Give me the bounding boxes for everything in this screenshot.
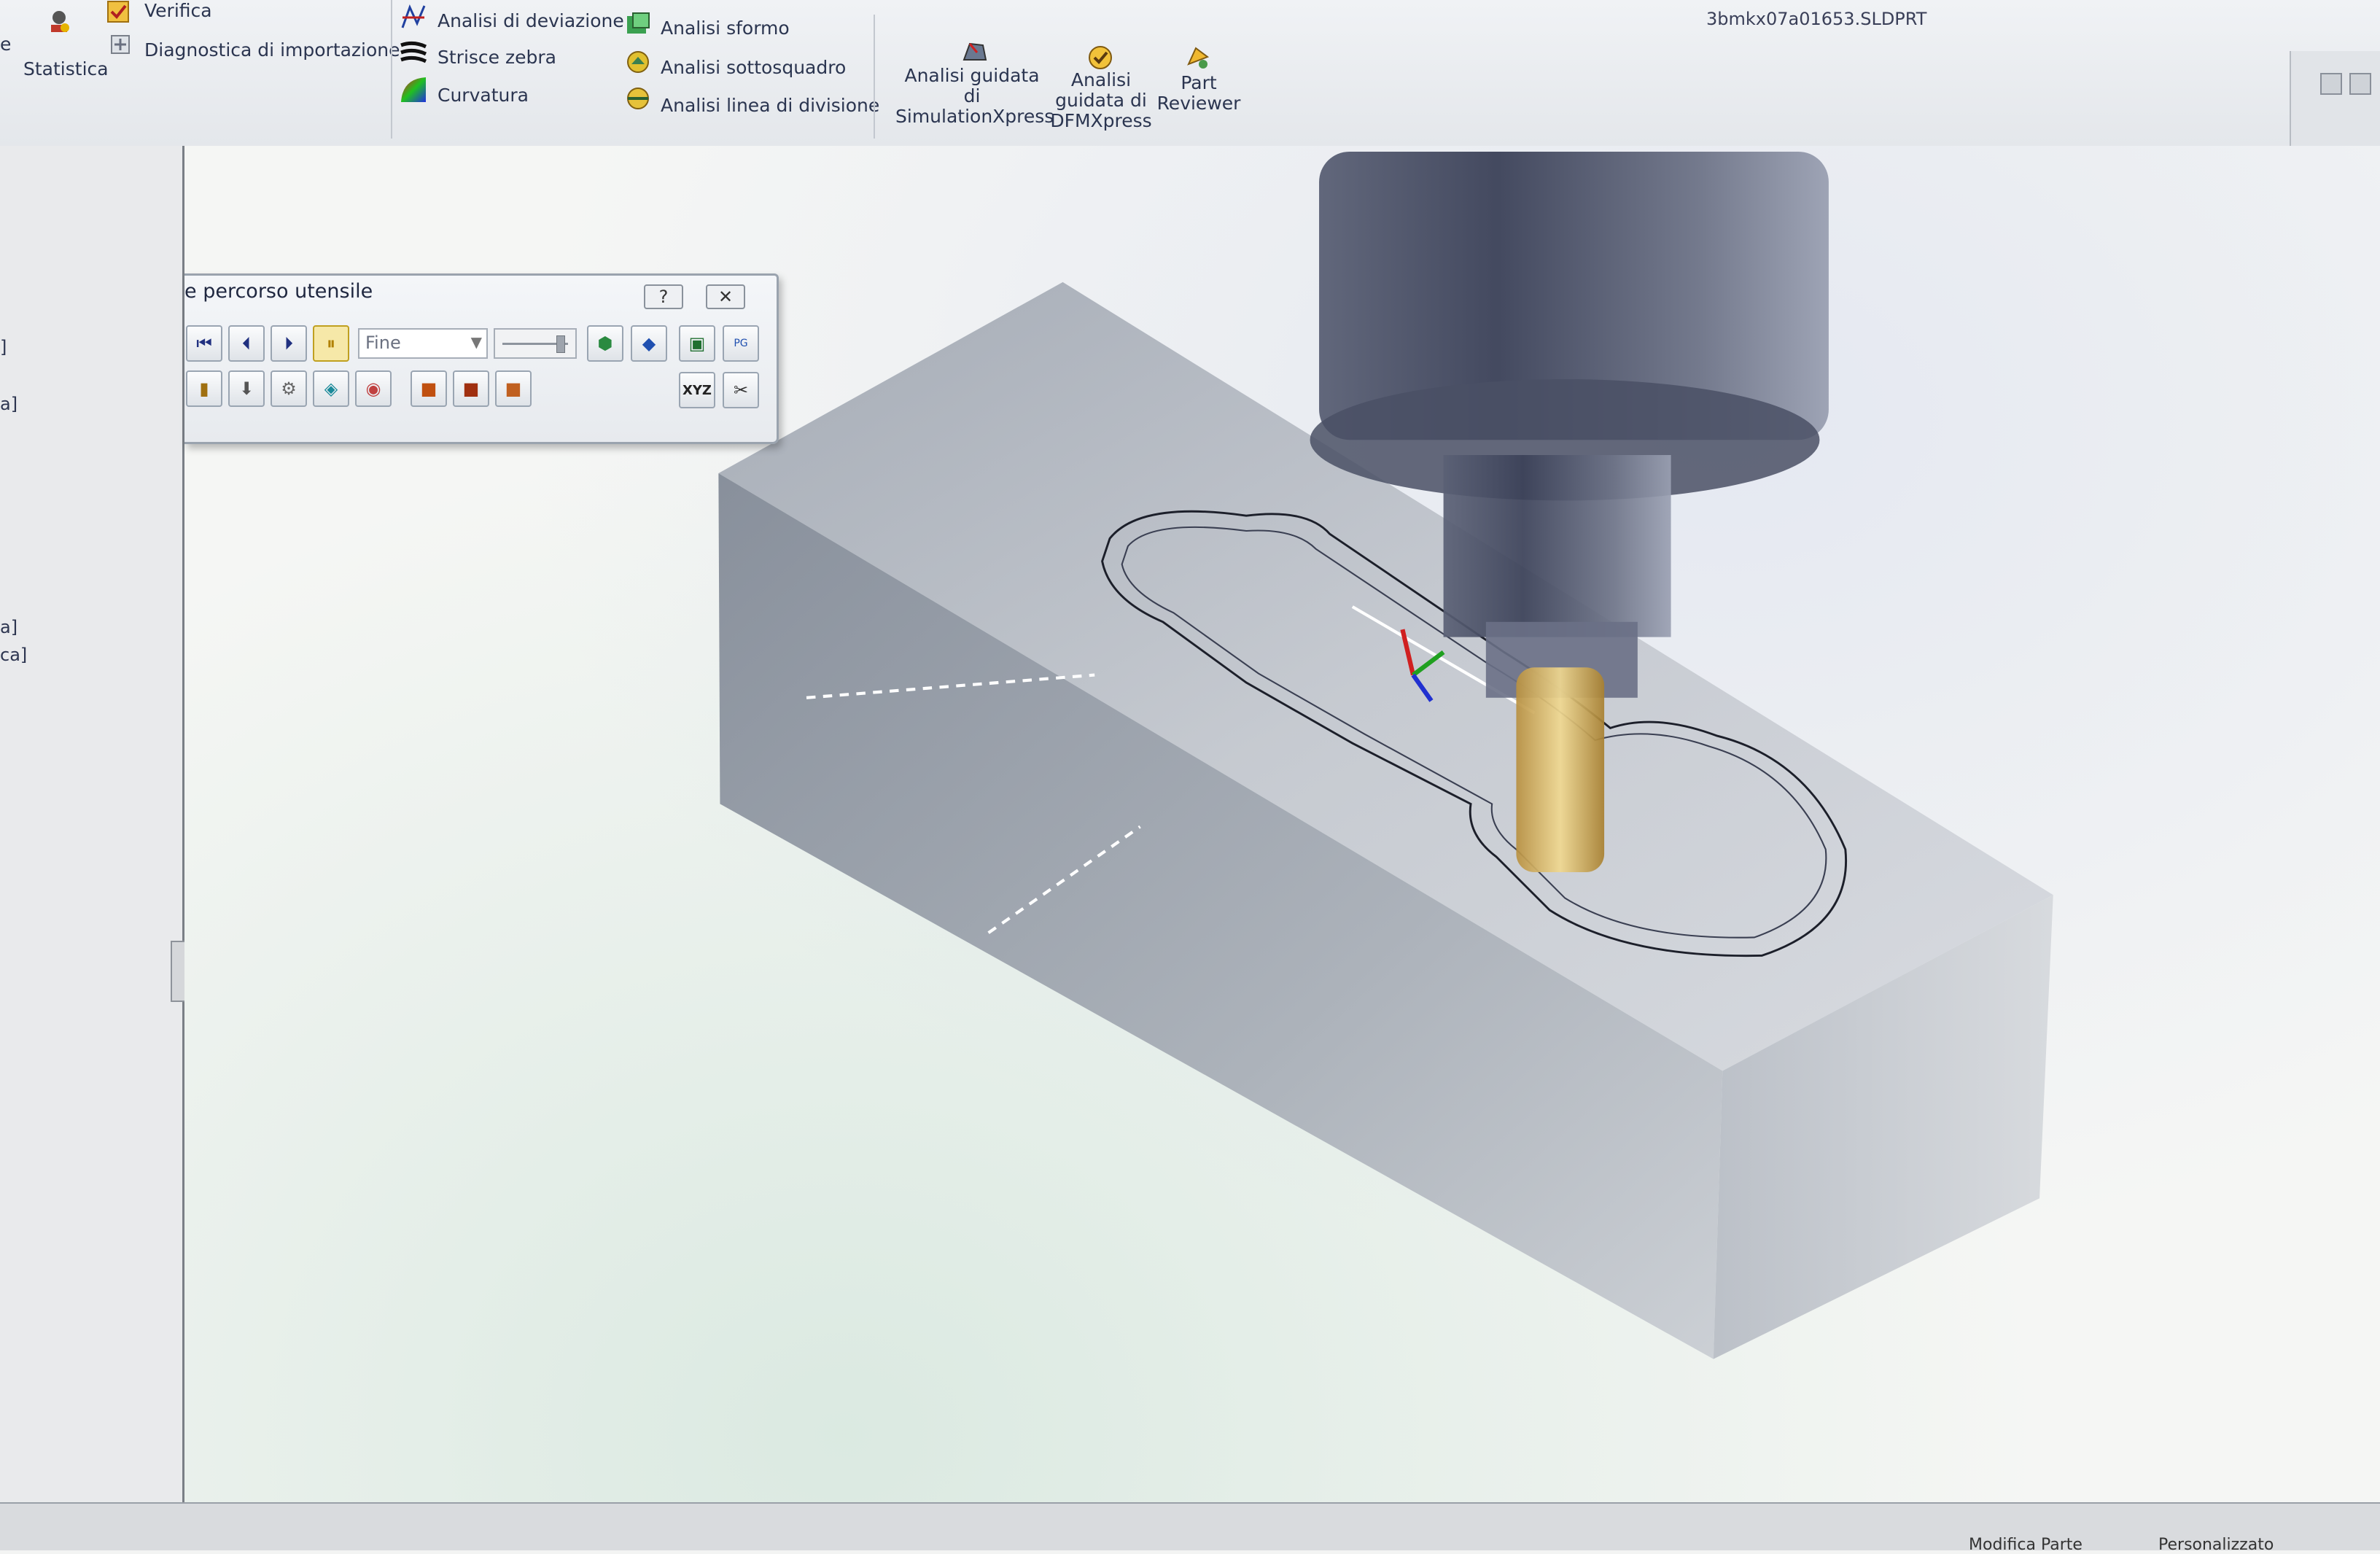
step-back-icon: ⏴ [242, 333, 251, 354]
undercut-analysis-label: Analisi sottosquadro [661, 57, 847, 78]
part-reviewer-label: Part Reviewer [1156, 72, 1241, 114]
statistics-label: Statistica [23, 58, 109, 79]
zebra-stripes-label: Strisce zebra [438, 47, 556, 68]
part-view-icon: ◆ [642, 333, 656, 354]
part-reviewer-button[interactable]: Part Reviewer [1155, 44, 1242, 117]
view-split-icon[interactable] [2349, 73, 2371, 95]
status-bar: Modifica Parte Personalizzato [0, 1502, 2380, 1554]
stock-compare-icon: ◈ [324, 378, 338, 399]
machine-view-icon: ■ [505, 378, 522, 399]
tree-item[interactable]: a] [0, 394, 18, 414]
tree-item[interactable]: ] [0, 337, 7, 357]
parting-line-analysis-label: Analisi linea di divisione [661, 95, 880, 116]
statistics-button[interactable]: Statistica [16, 4, 109, 79]
tools-icon: ✂ [733, 380, 749, 400]
rewind-button[interactable]: ⏮ [186, 325, 222, 362]
machine-view-icon: ■ [462, 378, 480, 399]
toolpath-simulation-panel[interactable]: e percorso utensile ? ✕ ⏮ ⏴ ⏵ ⏸ Fine ▼ ⬢… [184, 273, 779, 444]
curvature-button[interactable]: Curvatura [400, 76, 582, 106]
save-stock-button[interactable]: ▣ [679, 325, 715, 362]
deviation-analysis-label: Analisi di deviazione [438, 10, 624, 31]
tree-item[interactable]: a] [0, 617, 18, 637]
gouge-check-button[interactable]: ◉ [355, 370, 392, 407]
dfmxpress-label: Analisi guidata di DFMXpress [1050, 69, 1152, 131]
panel-title: e percorso utensile [184, 280, 373, 303]
undercut-icon [627, 51, 649, 73]
parting-line-analysis-button[interactable]: Analisi linea di divisione [624, 85, 879, 116]
parting-line-icon [627, 88, 649, 109]
view-layout-icon[interactable] [2320, 73, 2342, 95]
tool-icon: ▮ [199, 378, 209, 399]
simulationxpress-button[interactable]: Analisi guidata di SimulationXpress [895, 34, 1054, 136]
pause-icon: ⏸ [327, 333, 335, 354]
ribbon-separator [391, 0, 392, 139]
gouge-check-icon: ◉ [365, 378, 381, 399]
fixture-button[interactable]: ⚙ [271, 370, 307, 407]
import-diagnostics-button[interactable]: Diagnostica di importazione [106, 32, 400, 61]
machine-view-icon: ■ [420, 378, 438, 399]
save-stock-icon: ▣ [688, 333, 706, 354]
ribbon-partial-label: e [0, 34, 12, 55]
step-forward-icon: ⏵ [284, 333, 293, 354]
status-custom[interactable]: Personalizzato [2158, 1536, 2274, 1554]
document-title: 3bmkx07a01653.SLDPRT [1706, 9, 1927, 29]
draft-analysis-button[interactable]: Analisi sformo [624, 10, 828, 41]
save-icon: PG [734, 338, 748, 349]
curvature-label: Curvatura [438, 85, 529, 106]
rewind-icon: ⏮ [196, 333, 212, 354]
deviation-analysis-button[interactable]: Analisi di deviazione [400, 3, 624, 34]
step-forward-button[interactable]: ⏵ [271, 325, 307, 362]
xyz-button[interactable]: XYZ [679, 372, 715, 408]
machine-view-2-button[interactable]: ■ [453, 370, 489, 407]
pause-button[interactable]: ⏸ [313, 325, 349, 362]
check-button[interactable]: Verifica [106, 0, 289, 28]
machine-view-3-button[interactable]: ■ [495, 370, 532, 407]
deviation-icon [401, 4, 426, 28]
curvature-icon [401, 77, 426, 102]
graphics-viewport[interactable]: e percorso utensile ? ✕ ⏮ ⏴ ⏵ ⏸ Fine ▼ ⬢… [184, 146, 2380, 1502]
holder-icon: ⬇ [238, 378, 254, 399]
tool-button[interactable]: ▮ [186, 370, 222, 407]
diagnostics-icon [111, 35, 130, 54]
settings-button[interactable]: ✂ [723, 372, 759, 408]
ribbon-separator [874, 15, 875, 139]
zebra-stripes-button[interactable]: Strisce zebra [400, 39, 589, 70]
show-stock-button[interactable]: ⬢ [587, 325, 623, 362]
check-label: Verifica [144, 0, 212, 21]
dfmxpress-icon [1089, 46, 1112, 69]
simulationxpress-icon [962, 42, 987, 61]
simulationxpress-label: Analisi guidata di SimulationXpress [895, 65, 1054, 127]
quality-value: Fine [365, 333, 401, 353]
draft-analysis-label: Analisi sformo [661, 18, 790, 39]
save-program-button[interactable]: PG [723, 325, 759, 362]
dfmxpress-button[interactable]: Analisi guidata di DFMXpress [1050, 41, 1152, 136]
holder-button[interactable]: ⬇ [228, 370, 265, 407]
step-back-button[interactable]: ⏴ [228, 325, 265, 362]
ribbon: e Statistica Verifica Diagnostica di imp… [0, 0, 2380, 179]
speed-slider[interactable] [494, 328, 577, 359]
status-mode: Modifica Parte [1969, 1536, 2082, 1554]
hexagon-icon: ⬢ [597, 333, 613, 354]
show-part-button[interactable]: ◆ [631, 325, 667, 362]
stock-compare-button[interactable]: ◈ [313, 370, 349, 407]
statistics-icon [51, 11, 69, 32]
help-button[interactable]: ? [644, 284, 683, 309]
machine-view-1-button[interactable]: ■ [411, 370, 447, 407]
fixture-icon: ⚙ [281, 378, 297, 399]
undercut-analysis-button[interactable]: Analisi sottosquadro [624, 48, 865, 79]
part-reviewer-icon [1187, 47, 1210, 69]
quality-select[interactable]: Fine ▼ [358, 328, 488, 359]
feature-manager-panel: ] a] a] ca] [0, 146, 187, 1502]
draft-icon [627, 12, 650, 34]
slider-thumb[interactable] [556, 335, 565, 353]
zebra-icon [400, 41, 427, 63]
import-diagnostics-label: Diagnostica di importazione [144, 39, 400, 61]
check-icon [107, 1, 129, 23]
chevron-down-icon: ▼ [470, 333, 482, 351]
close-button[interactable]: ✕ [706, 284, 745, 309]
tree-item[interactable]: ca] [0, 645, 27, 665]
